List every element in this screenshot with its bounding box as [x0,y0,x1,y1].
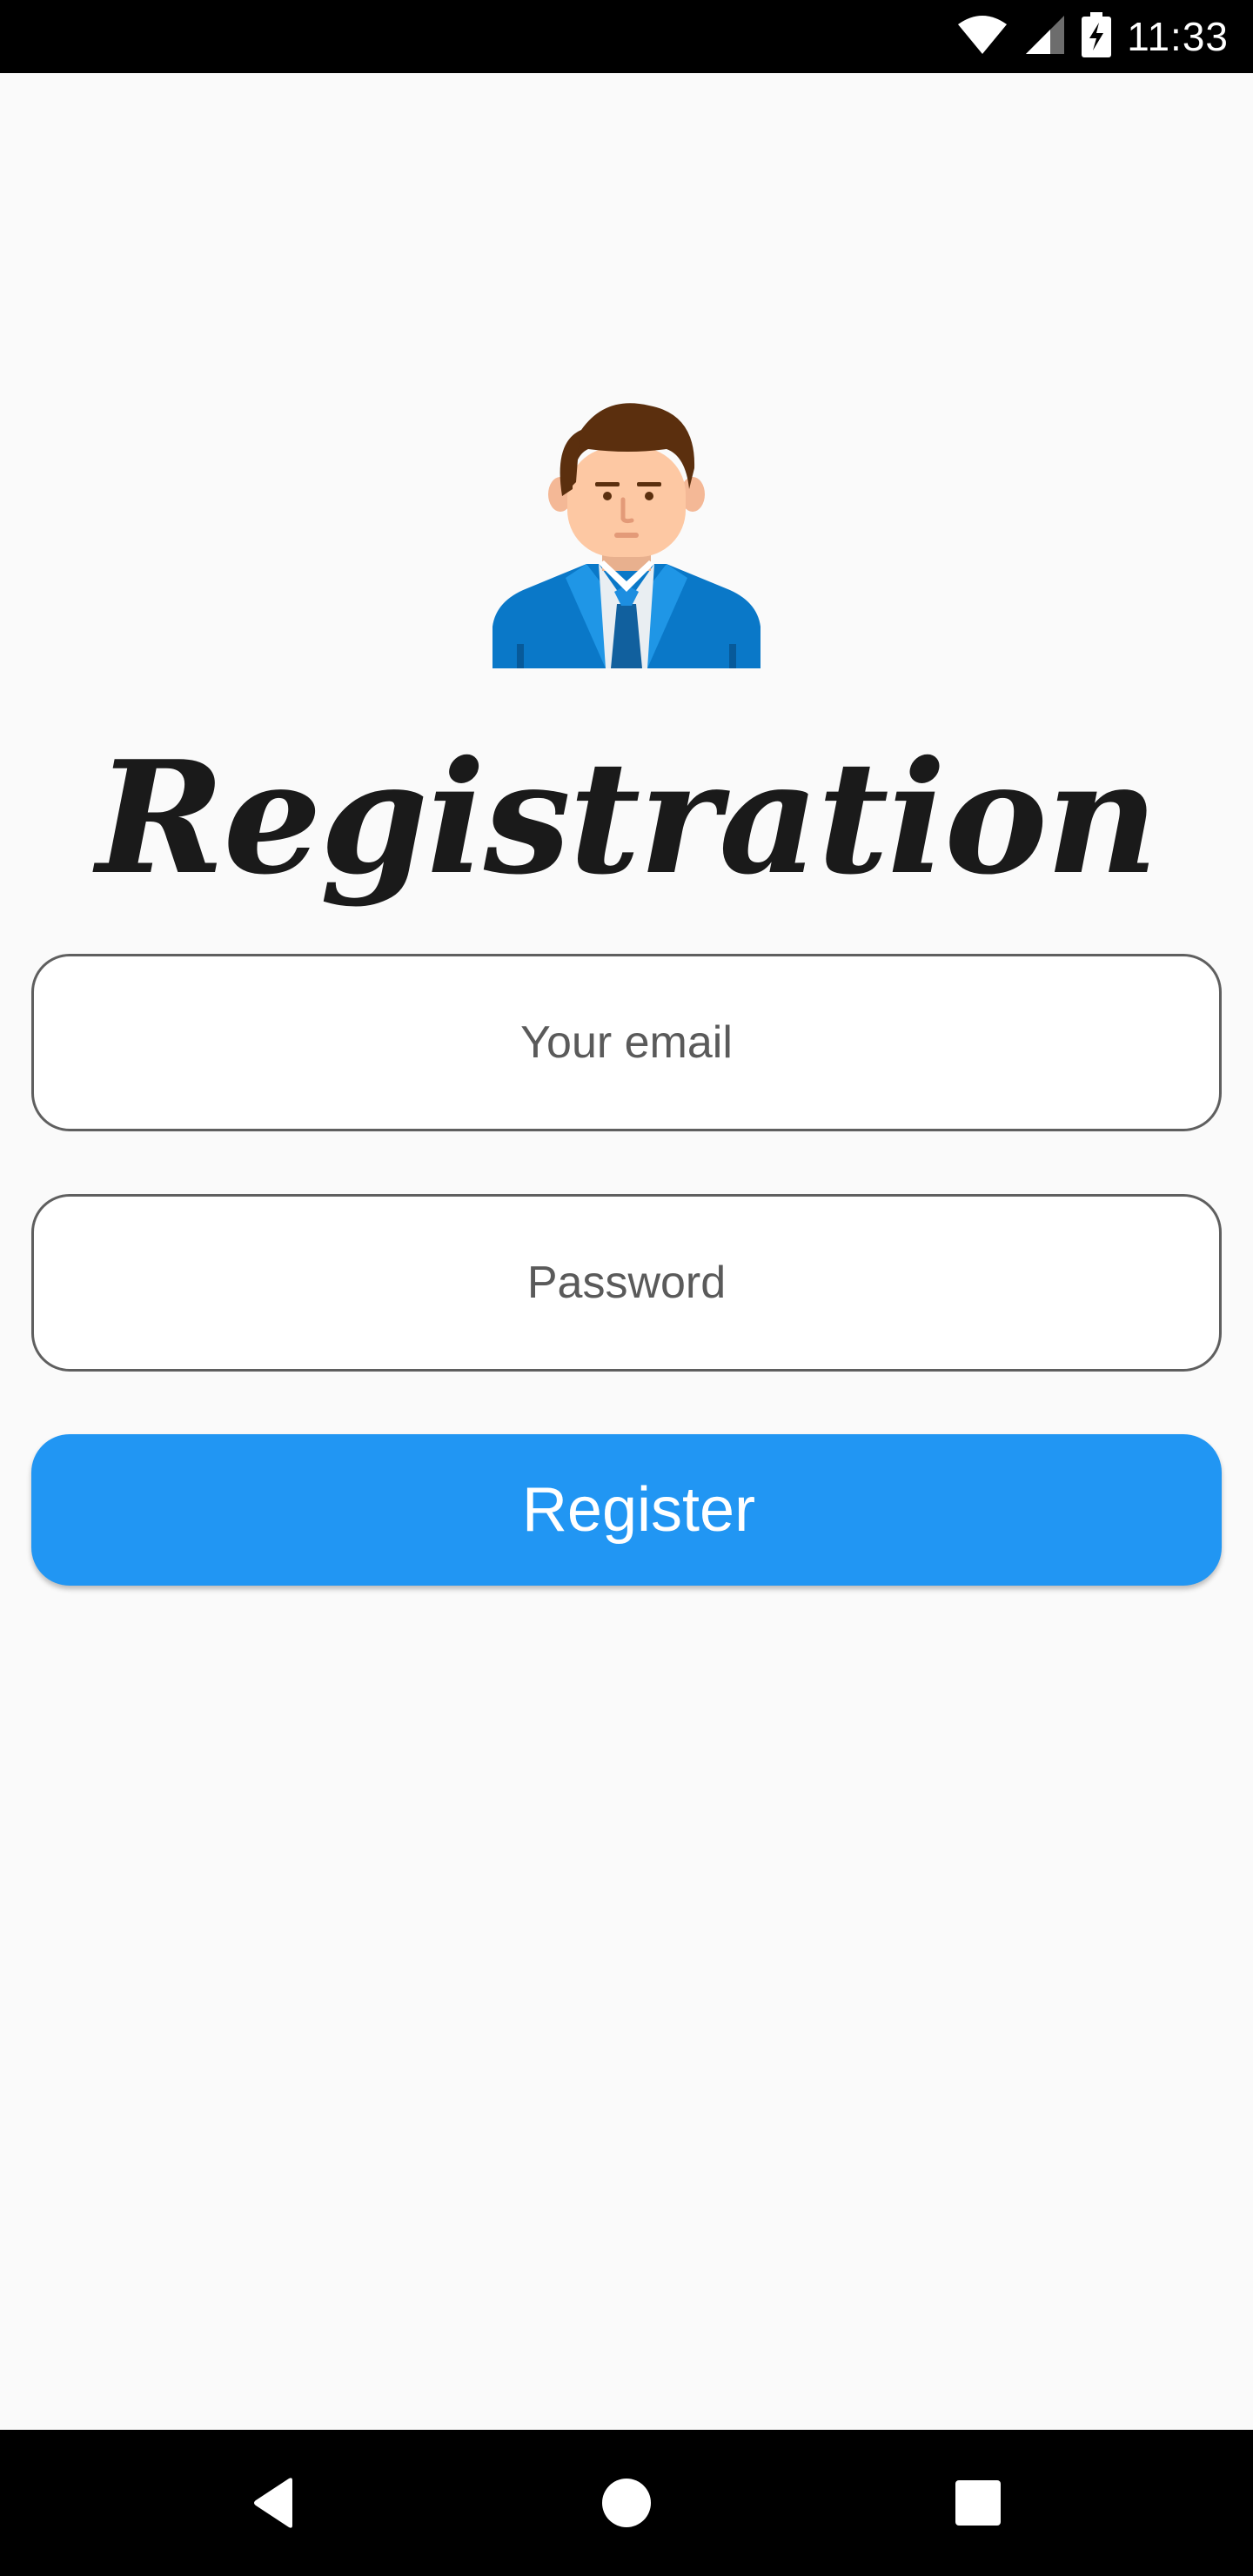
navigation-bar [0,2430,1253,2576]
email-field[interactable] [31,954,1222,1131]
status-time: 11:33 [1127,14,1229,59]
home-icon[interactable] [557,2430,696,2576]
password-field[interactable] [31,1194,1222,1372]
registration-screen: 11:33 Registration Your email Register [0,0,1253,2576]
password-input[interactable] [34,1196,1219,1370]
status-icons: 11:33 [956,0,1229,73]
businessman-avatar-icon [492,399,761,668]
register-button-label: Register [521,1475,756,1545]
battery-charging-icon [1082,12,1112,61]
status-bar: 11:33 [0,0,1253,73]
back-icon[interactable] [205,2430,345,2576]
cellular-signal-icon [1024,14,1066,59]
wifi-icon [956,14,1008,59]
email-input[interactable] [34,956,1219,1130]
register-button[interactable]: Register [31,1434,1222,1586]
recents-icon[interactable] [908,2430,1048,2576]
page-title: Registration [96,727,1159,909]
